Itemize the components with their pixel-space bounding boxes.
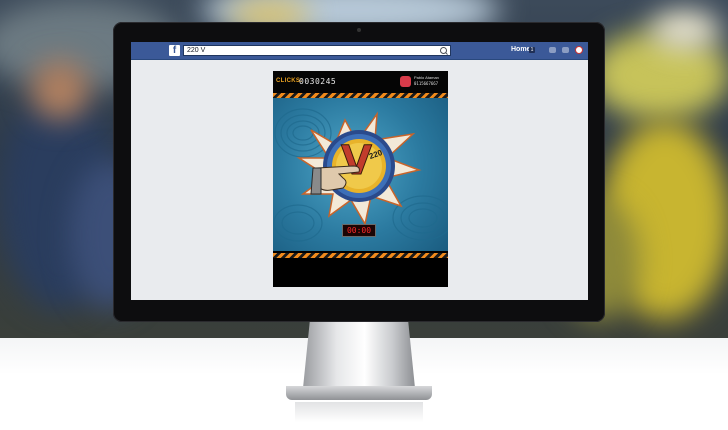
avatar	[400, 76, 411, 87]
monitor-stand	[303, 322, 415, 388]
play-area[interactable]: V 220 00:00	[273, 98, 448, 251]
monitor: f 220 V Home 1 CLICKS: 0030245 Pablo Ata…	[113, 22, 605, 322]
countdown-timer: 00:00	[342, 224, 376, 237]
stand-reflection	[295, 402, 423, 422]
hazard-stripe-bottom	[273, 253, 448, 258]
search-icon[interactable]	[440, 47, 447, 54]
game-header: CLICKS: 0030245 Pablo Ataman 0115667667	[273, 71, 448, 93]
profile-name: Pablo Ataman	[414, 75, 439, 80]
game-footer	[273, 262, 448, 287]
home-link[interactable]: Home	[511, 46, 530, 53]
monitor-stand-base	[286, 386, 432, 400]
search-input[interactable]: 220 V	[183, 45, 451, 56]
facebook-top-bar: f 220 V Home 1	[131, 42, 588, 60]
search-value: 220 V	[187, 47, 206, 54]
messages-icon[interactable]	[562, 47, 569, 53]
friend-requests-icon[interactable]	[549, 47, 556, 53]
notifications-icon[interactable]	[575, 46, 583, 54]
home-badge: 1	[529, 47, 535, 53]
clicks-counter: 0030245	[299, 77, 337, 86]
profile-id: 0115667667	[414, 81, 439, 86]
game-canvas[interactable]: CLICKS: 0030245 Pablo Ataman 0115667667	[273, 71, 448, 287]
camera-icon	[357, 28, 361, 32]
screen: f 220 V Home 1 CLICKS: 0030245 Pablo Ata…	[131, 42, 588, 300]
facebook-logo-icon[interactable]: f	[169, 45, 180, 56]
